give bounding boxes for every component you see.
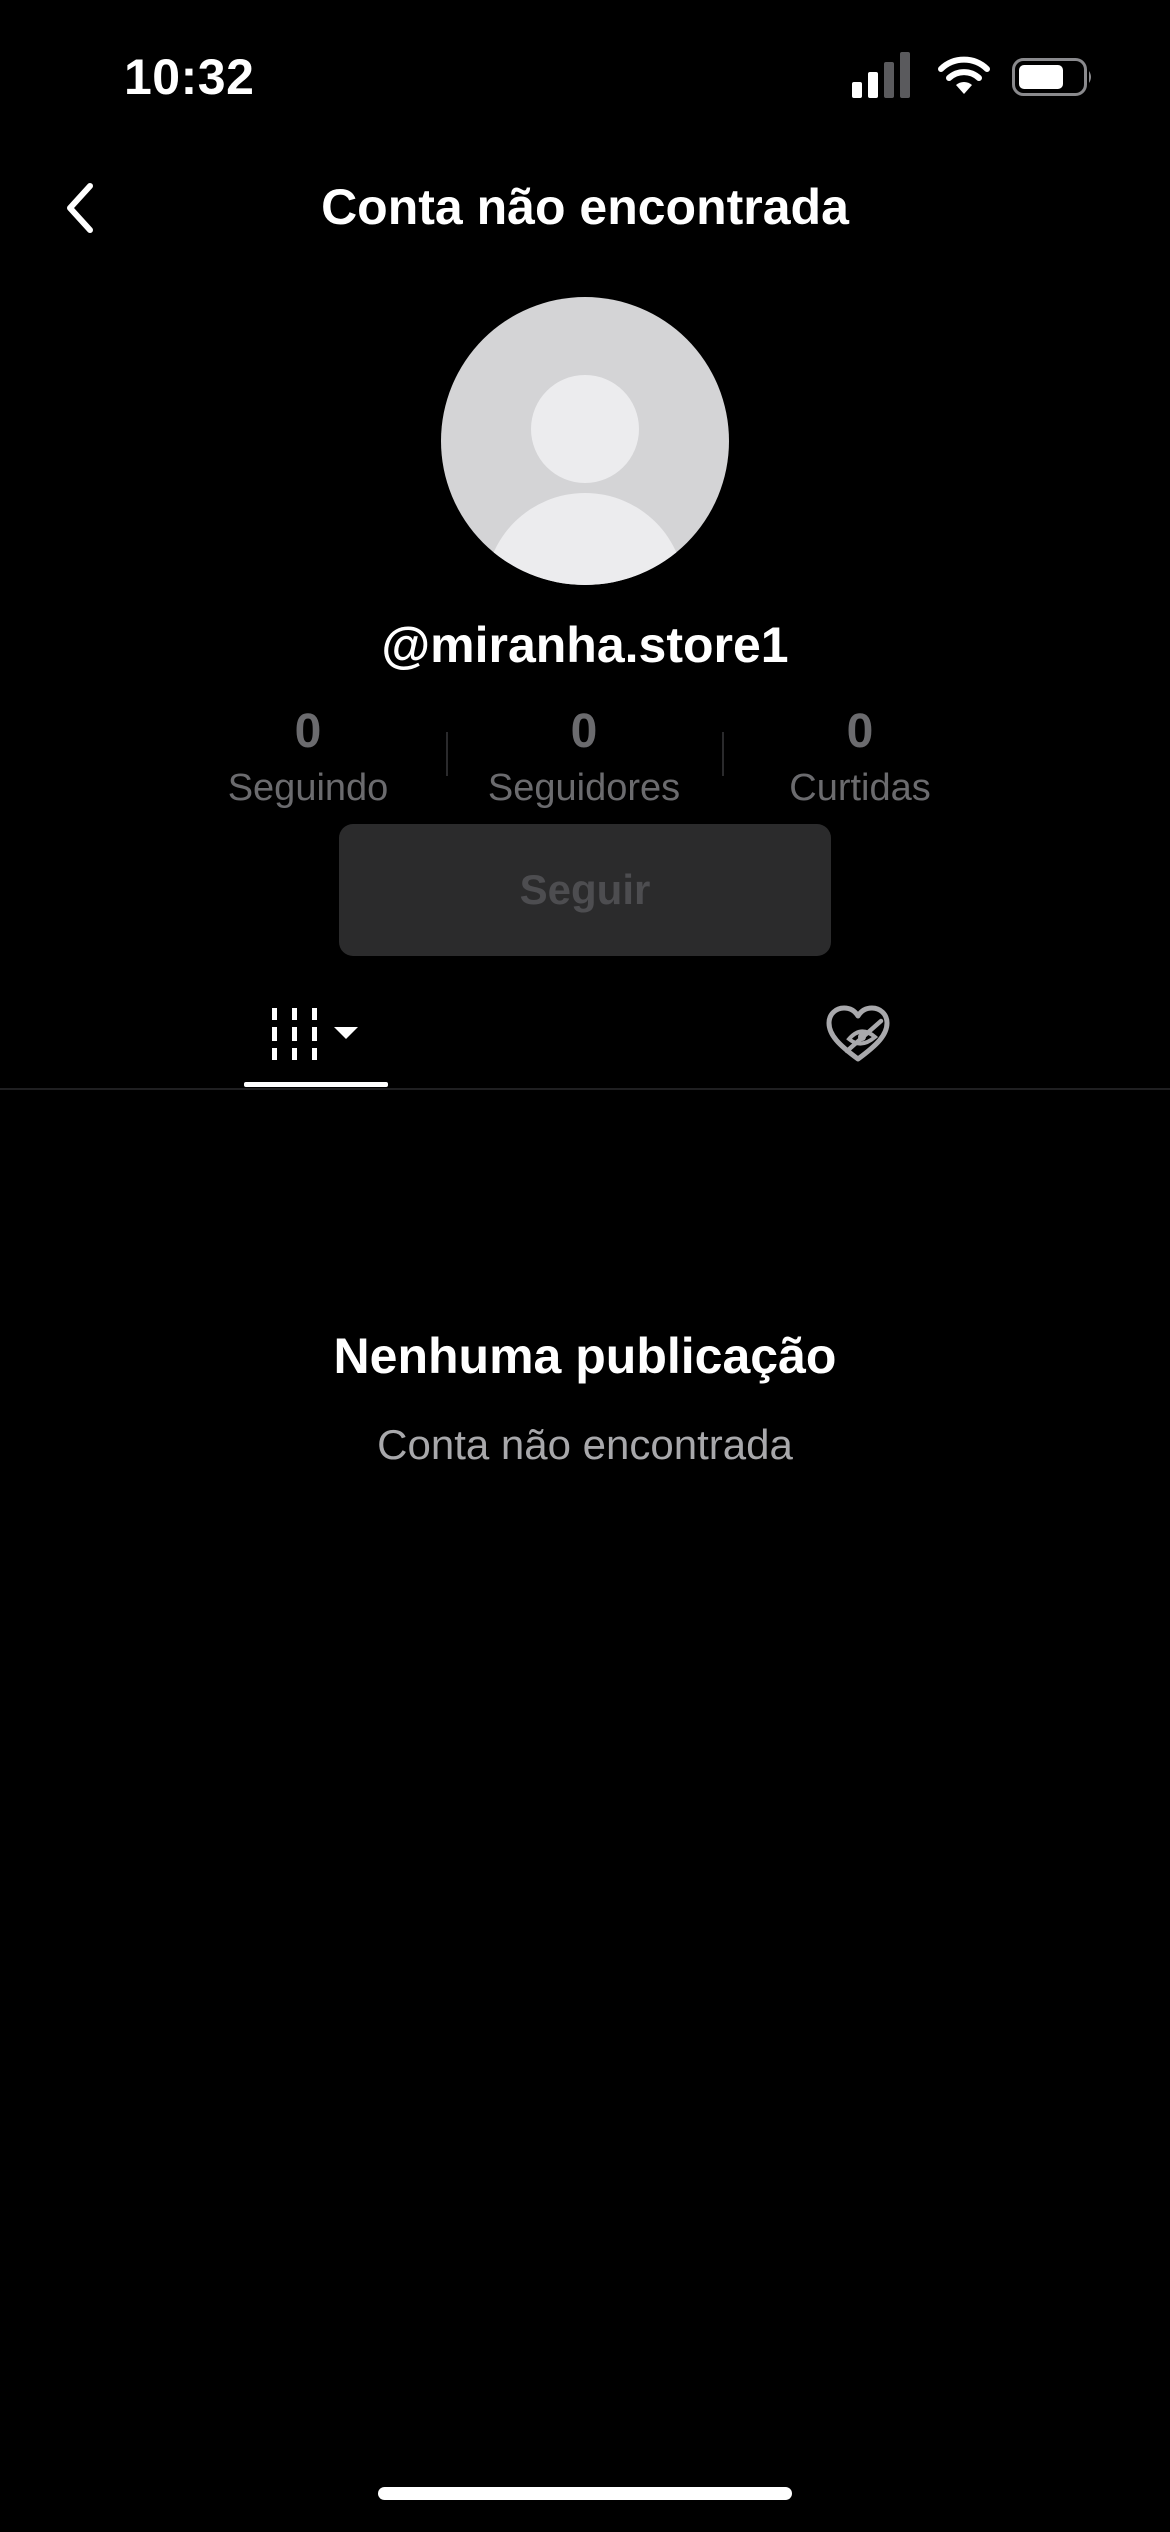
caret-down-icon	[334, 1027, 358, 1039]
stat-value: 0	[294, 705, 322, 758]
page-title: Conta não encontrada	[321, 179, 849, 235]
stat-value: 0	[570, 705, 598, 758]
battery-icon	[1012, 58, 1091, 96]
stat-followers[interactable]: 0 Seguidores	[454, 702, 714, 814]
empty-state-title: Nenhuma publicação	[333, 1328, 837, 1384]
stat-label: Seguindo	[227, 767, 389, 809]
avatar	[441, 297, 729, 585]
tab-videos[interactable]	[244, 990, 388, 1080]
stat-following[interactable]: 0 Seguindo	[178, 702, 438, 814]
empty-state-subtitle: Conta não encontrada	[377, 1421, 793, 1468]
tab-active-indicator	[244, 1082, 388, 1087]
status-icons	[852, 52, 1092, 102]
follow-button[interactable]: Seguir	[339, 824, 831, 956]
tab-liked[interactable]	[808, 990, 908, 1080]
default-avatar-icon	[531, 375, 639, 483]
status-time: 10:32	[124, 49, 255, 105]
wifi-icon	[938, 56, 990, 94]
stat-label: Curtidas	[789, 767, 931, 809]
stat-value: 0	[846, 705, 874, 758]
videos-grid-icon	[272, 1008, 358, 1060]
username: @miranha.store1	[381, 617, 789, 673]
stat-likes[interactable]: 0 Curtidas	[730, 702, 990, 814]
home-indicator[interactable]	[378, 2487, 792, 2500]
stat-divider	[446, 732, 448, 776]
signal-icon	[852, 52, 910, 98]
liked-hidden-icon	[826, 1005, 890, 1062]
stat-label: Seguidores	[487, 767, 681, 809]
stat-divider	[722, 732, 724, 776]
tabs-divider	[0, 1088, 1170, 1090]
